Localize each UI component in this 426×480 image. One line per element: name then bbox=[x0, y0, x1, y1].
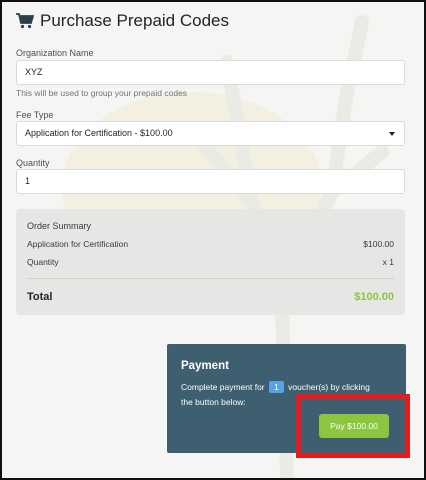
organization-name-input[interactable]: XYZ bbox=[16, 60, 405, 85]
summary-item-value: $100.00 bbox=[363, 239, 394, 249]
summary-quantity-value: x 1 bbox=[382, 257, 394, 267]
quantity-label: Quantity bbox=[16, 158, 50, 168]
fee-type-value: Application for Certification - $100.00 bbox=[25, 128, 173, 138]
summary-quantity-row: Quantity x 1 bbox=[27, 257, 394, 267]
summary-item-label: Application for Certification bbox=[27, 239, 129, 249]
page-header: Purchase Prepaid Codes bbox=[16, 11, 229, 31]
fee-type-select[interactable]: Application for Certification - $100.00 bbox=[16, 121, 405, 146]
pay-button-highlight bbox=[296, 394, 410, 458]
fee-type-label: Fee Type bbox=[16, 110, 54, 120]
payment-text-line2: the button below: bbox=[181, 397, 246, 407]
summary-total-row: Total $100.00 bbox=[27, 291, 394, 303]
page-title: Purchase Prepaid Codes bbox=[40, 11, 230, 30]
organization-name-help: This will be used to group your prepaid … bbox=[16, 88, 188, 98]
payment-text-after: voucher(s) by clicking bbox=[288, 382, 370, 392]
total-value: $100.00 bbox=[354, 291, 394, 303]
organization-name-label: Organization Name bbox=[16, 48, 94, 58]
payment-instructions: Complete payment for 1 voucher(s) by cli… bbox=[181, 381, 370, 393]
quantity-value: 1 bbox=[25, 176, 31, 186]
chevron-down-icon bbox=[389, 132, 395, 136]
order-summary-panel: Order Summary Application for Certificat… bbox=[16, 209, 405, 315]
total-label: Total bbox=[27, 291, 53, 303]
quantity-input[interactable]: 1 bbox=[16, 169, 405, 194]
voucher-count-badge: 1 bbox=[269, 381, 284, 393]
payment-title: Payment bbox=[181, 360, 229, 372]
payment-text-before: Complete payment for bbox=[181, 382, 265, 392]
summary-divider bbox=[27, 278, 394, 279]
organization-name-value: XYZ bbox=[25, 67, 43, 77]
summary-item-row: Application for Certification $100.00 bbox=[27, 239, 394, 249]
summary-quantity-label: Quantity bbox=[27, 257, 59, 267]
shopping-cart-icon bbox=[16, 13, 34, 29]
order-summary-heading: Order Summary bbox=[27, 221, 92, 231]
app-window: Purchase Prepaid Codes Organization Name… bbox=[0, 0, 426, 480]
